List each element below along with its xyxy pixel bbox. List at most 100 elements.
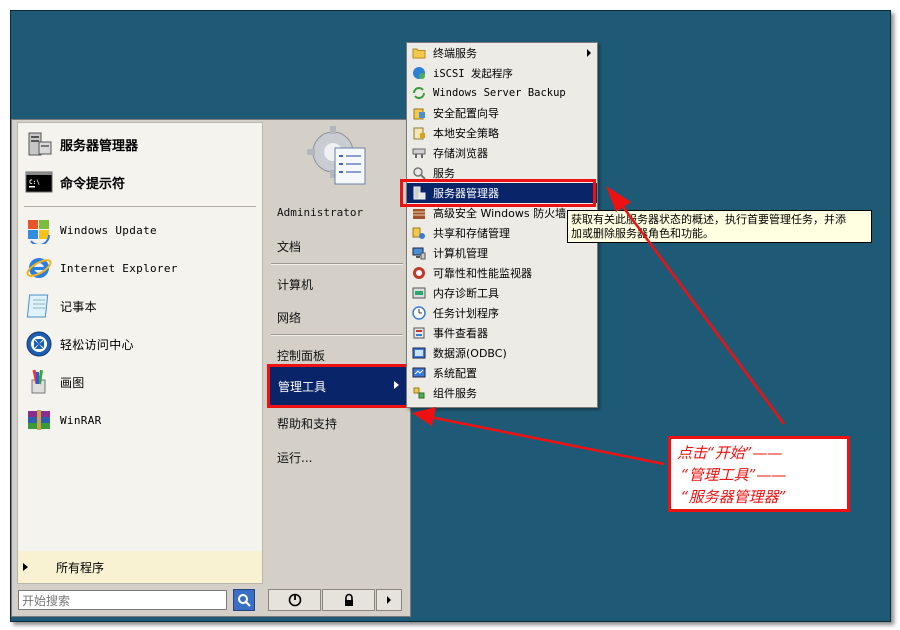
submenu-label: 内存诊断工具: [433, 287, 499, 300]
submenu-label: 组件服务: [433, 387, 477, 400]
paint-icon: [24, 367, 54, 397]
share-storage-icon: [412, 227, 425, 239]
submenu-label: 终端服务: [433, 47, 477, 60]
tooltip-line: 获取有关此服务器状态的概述，执行首要管理任务，并添: [571, 213, 846, 226]
user-name-link[interactable]: Administrator: [277, 206, 363, 219]
submenu-item-storage-explorer[interactable]: 存储浏览器: [407, 143, 597, 163]
notepad-icon: [24, 291, 54, 321]
iscsi-icon: [413, 67, 425, 79]
server-manager-icon: [24, 129, 54, 159]
network-link[interactable]: 网络: [277, 309, 301, 326]
start-menu: 服务器管理器 C:\ 命令提示符 Windows Update Internet…: [11, 119, 411, 617]
submenu-item-component-services[interactable]: 组件服务: [407, 383, 597, 403]
odbc-icon: [412, 347, 426, 359]
submenu-item-odbc[interactable]: 数据源(ODBC): [407, 343, 597, 363]
command-prompt-icon: C:\: [24, 167, 54, 197]
lock-icon: [344, 593, 353, 606]
services-icon: [413, 167, 426, 180]
power-button[interactable]: [268, 589, 321, 611]
recent-label: 记事本: [60, 299, 97, 314]
submenu-label: 可靠性和性能监视器: [433, 267, 532, 280]
computer-link[interactable]: 计算机: [277, 276, 313, 293]
submenu-item-computer-management[interactable]: 计算机管理: [407, 243, 597, 263]
local-security-policy-icon: [413, 127, 425, 140]
submenu-item-performance-monitor[interactable]: 可靠性和性能监视器: [407, 263, 597, 283]
all-programs-button[interactable]: 所有程序: [18, 551, 262, 583]
recent-label: 轻松访问中心: [60, 337, 134, 352]
recent-label: WinRAR: [60, 413, 102, 427]
submenu-label: iSCSI 发起程序: [433, 67, 513, 80]
highlight-box-server-manager: [400, 179, 596, 207]
submenu-label: 本地安全策略: [433, 127, 499, 140]
start-search-input[interactable]: 开始搜索: [18, 590, 227, 610]
arrow-right-icon: [587, 49, 591, 57]
right-separator: [271, 263, 403, 265]
start-menu-right-pane: Administrator 文档 计算机 网络 控制面板 管理工具 帮助和支持 …: [265, 120, 410, 586]
start-menu-left-pane: 服务器管理器 C:\ 命令提示符 Windows Update Internet…: [17, 122, 263, 584]
recent-notepad[interactable]: 记事本: [24, 289, 97, 323]
submenu-item-event-viewer[interactable]: 事件查看器: [407, 323, 597, 343]
submenu-item-security-configuration-wizard[interactable]: 安全配置向导: [407, 103, 597, 123]
submenu-item-task-scheduler[interactable]: 任务计划程序: [407, 303, 597, 323]
system-config-icon: [412, 367, 426, 378]
lock-button[interactable]: [322, 589, 375, 611]
recent-label: 画图: [60, 375, 85, 390]
documents-link[interactable]: 文档: [277, 238, 301, 255]
submenu-label: 计算机管理: [433, 247, 488, 260]
recent-internet-explorer[interactable]: Internet Explorer: [24, 251, 178, 285]
submenu-label: Windows Server Backup: [433, 87, 566, 99]
submenu-item-windows-server-backup[interactable]: Windows Server Backup: [407, 83, 597, 103]
internet-explorer-icon: [24, 253, 54, 283]
event-viewer-icon: [413, 327, 425, 339]
server-manager-tooltip: 获取有关此服务器状态的概述，执行首要管理任务，并添 加或删除服务器角色和功能。: [567, 210, 872, 243]
task-scheduler-icon: [412, 306, 426, 320]
pinned-server-manager[interactable]: 服务器管理器: [24, 127, 138, 161]
recent-winrar[interactable]: WinRAR: [24, 403, 102, 437]
run-link[interactable]: 运行...: [277, 449, 312, 466]
callout-line: “管理工具”——: [681, 466, 787, 484]
power-icon: [288, 593, 301, 607]
submenu-label: 安全配置向导: [433, 107, 499, 120]
search-icon: [238, 594, 251, 607]
control-panel-link[interactable]: 控制面板: [277, 347, 325, 364]
pinned-command-prompt[interactable]: C:\ 命令提示符: [24, 165, 125, 199]
user-picture-icon: [303, 122, 371, 194]
callout-line: “服务器管理器”: [681, 488, 787, 506]
svg-text:C:\: C:\: [29, 179, 40, 186]
submenu-label: 存储浏览器: [433, 147, 488, 160]
instruction-callout: 点击“开始”—— “管理工具”—— “服务器管理器”: [668, 436, 850, 512]
recent-paint[interactable]: 画图: [24, 365, 85, 399]
recent-windows-update[interactable]: Windows Update: [24, 213, 157, 247]
security-wizard-icon: [413, 108, 425, 120]
all-programs-label: 所有程序: [56, 560, 105, 575]
memory-diagnostic-icon: [412, 287, 426, 299]
submenu-label: 数据源(ODBC): [433, 347, 507, 360]
help-support-link[interactable]: 帮助和支持: [277, 415, 337, 432]
submenu-label: 系统配置: [433, 367, 477, 380]
pinned-separator: [24, 206, 256, 207]
storage-explorer-icon: [412, 148, 426, 158]
component-services-icon: [413, 387, 425, 399]
callout-line: 点击“开始”——: [677, 444, 783, 462]
folder-icon: [412, 48, 426, 59]
submenu-item-iscsi[interactable]: iSCSI 发起程序: [407, 63, 597, 83]
backup-icon: [413, 87, 425, 99]
recent-ease-of-access[interactable]: 轻松访问中心: [24, 327, 134, 361]
windows-update-icon: [24, 215, 54, 245]
submenu-item-local-security-policy[interactable]: 本地安全策略: [407, 123, 597, 143]
computer-management-icon: [412, 247, 426, 260]
submenu-label: 事件查看器: [433, 327, 488, 340]
search-button[interactable]: [233, 589, 255, 611]
arrow-right-icon: [387, 596, 391, 604]
submenu-item-system-configuration[interactable]: 系统配置: [407, 363, 597, 383]
shutdown-options-button[interactable]: [376, 589, 402, 611]
submenu-item-terminal-services[interactable]: 终端服务: [407, 43, 597, 63]
submenu-label: 共享和存储管理: [433, 227, 510, 240]
arrow-right-icon: [23, 563, 28, 571]
recent-label: Internet Explorer: [60, 261, 178, 275]
pinned-label: 服务器管理器: [60, 138, 139, 154]
ease-of-access-icon: [24, 329, 54, 359]
right-separator: [271, 334, 403, 336]
submenu-item-memory-diagnostic[interactable]: 内存诊断工具: [407, 283, 597, 303]
recent-label: Windows Update: [60, 223, 157, 237]
